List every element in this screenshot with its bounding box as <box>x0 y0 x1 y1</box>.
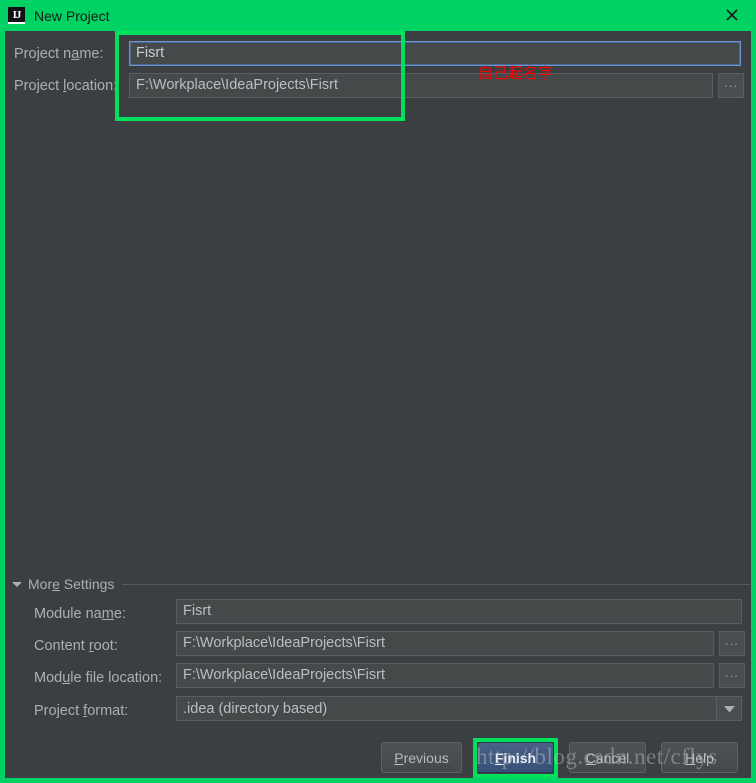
module-file-location-input[interactable]: F:\Workplace\IdeaProjects\Fisrt <box>176 663 714 688</box>
triangle-down-icon[interactable] <box>716 697 741 720</box>
content-root-label: Content root: <box>34 638 118 654</box>
project-format-row: Project format: <box>34 698 128 724</box>
ellipsis-icon: ... <box>724 74 738 90</box>
project-format-combobox[interactable]: .idea (directory based) <box>176 696 742 721</box>
module-file-location-row: Module file location: <box>34 665 162 691</box>
window-title: New Project <box>34 7 110 24</box>
more-settings-separator <box>122 583 750 585</box>
project-name-input[interactable]: Fisrt <box>129 41 741 66</box>
project-location-row: Project location: <box>14 73 117 99</box>
help-button[interactable]: Help <box>661 742 738 773</box>
more-settings-header[interactable]: More Settings <box>12 575 750 593</box>
project-location-browse-button[interactable]: ... <box>718 73 744 98</box>
window-frame-bottom <box>0 778 756 783</box>
ellipsis-icon: ... <box>725 664 739 680</box>
new-project-dialog: IJ New Project Project name: Fisrt Proje… <box>0 0 756 783</box>
module-file-location-label: Module file location: <box>34 670 163 686</box>
ellipsis-icon: ... <box>725 632 739 648</box>
module-name-row: Module name: <box>34 601 126 627</box>
more-settings-label: More Settings <box>28 576 115 592</box>
title-bar: IJ New Project <box>0 0 756 31</box>
previous-button[interactable]: Previous <box>381 742 462 773</box>
intellij-idea-logo-icon: IJ <box>8 7 25 24</box>
project-location-label: Project location: <box>14 78 118 94</box>
annotation-red-note: 自己起名字 <box>478 64 554 82</box>
project-name-row: Project name: <box>14 41 103 67</box>
project-name-label: Project name: <box>14 46 104 62</box>
module-name-input[interactable]: Fisrt <box>176 599 742 624</box>
close-icon[interactable] <box>712 0 752 29</box>
project-format-label: Project format: <box>34 703 129 719</box>
triangle-down-icon <box>12 581 22 587</box>
content-root-browse-button[interactable]: ... <box>719 631 745 656</box>
cancel-button[interactable]: Cancel <box>569 742 646 773</box>
window-frame-left <box>0 31 5 783</box>
module-file-location-browse-button[interactable]: ... <box>719 663 745 688</box>
window-frame-right <box>751 31 756 783</box>
module-name-label: Module name: <box>34 606 126 622</box>
content-root-input[interactable]: F:\Workplace\IdeaProjects\Fisrt <box>176 631 714 656</box>
project-format-value: .idea (directory based) <box>183 700 328 717</box>
content-root-row: Content root: <box>34 633 118 659</box>
finish-button[interactable]: Finish <box>477 742 554 773</box>
title-bar-left: IJ New Project <box>0 0 110 31</box>
project-location-input[interactable]: F:\Workplace\IdeaProjects\Fisrt <box>129 73 713 98</box>
